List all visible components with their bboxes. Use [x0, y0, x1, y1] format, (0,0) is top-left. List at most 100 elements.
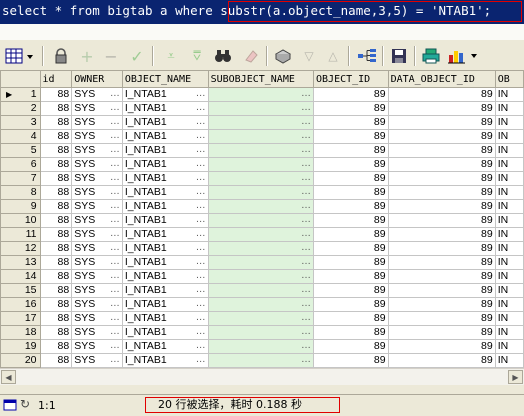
cell-object-name[interactable]: I_NTAB1	[121, 353, 209, 368]
cell-id[interactable]: 88	[39, 269, 73, 284]
column-header-object-type[interactable]: OB	[494, 71, 524, 88]
cell-object-type[interactable]: IN	[494, 171, 524, 186]
row-number[interactable]: 4	[0, 129, 41, 144]
cell-owner[interactable]: SYS	[71, 129, 123, 144]
query-tree-icon[interactable]	[356, 45, 378, 67]
cell-owner[interactable]: SYS	[71, 283, 123, 298]
cell-data-object-id[interactable]: 89	[387, 297, 496, 312]
cell-object-type[interactable]: IN	[494, 157, 524, 172]
cell-owner[interactable]: SYS	[71, 353, 123, 368]
cell-subobject-name[interactable]	[207, 171, 315, 186]
cell-id[interactable]: 88	[39, 129, 73, 144]
table-row[interactable]: 688SYSI_NTAB18989IN	[0, 157, 524, 172]
table-row[interactable]: 1088SYSI_NTAB18989IN	[0, 213, 524, 228]
cell-subobject-name[interactable]	[207, 269, 315, 284]
cell-object-type[interactable]: IN	[494, 185, 524, 200]
cell-object-id[interactable]: 89	[313, 269, 389, 284]
grid-menu-icon[interactable]	[4, 45, 38, 67]
cell-owner[interactable]: SYS	[71, 255, 123, 270]
cell-data-object-id[interactable]: 89	[387, 171, 496, 186]
export-icon[interactable]	[272, 45, 294, 67]
cell-object-id[interactable]: 89	[313, 143, 389, 158]
cell-object-name[interactable]: I_NTAB1	[121, 339, 209, 354]
scroll-left-icon[interactable]: ◀	[1, 370, 16, 384]
table-row[interactable]: 288SYSI_NTAB18989IN	[0, 101, 524, 116]
cell-object-id[interactable]: 89	[313, 87, 389, 102]
cell-object-name[interactable]: I_NTAB1	[121, 297, 209, 312]
cell-data-object-id[interactable]: 89	[387, 311, 496, 326]
cell-object-type[interactable]: IN	[494, 353, 524, 368]
cell-subobject-name[interactable]	[207, 339, 315, 354]
cell-subobject-name[interactable]	[207, 199, 315, 214]
cell-id[interactable]: 88	[39, 101, 73, 116]
row-number[interactable]: 8	[0, 185, 41, 200]
column-header-data-object-id[interactable]: DATA_OBJECT_ID	[387, 71, 496, 88]
horizontal-scrollbar[interactable]: ◀ ▶	[0, 368, 524, 385]
add-record-icon[interactable]: +	[76, 45, 98, 67]
filter-clear-icon[interactable]: ⩢	[186, 45, 208, 67]
table-row[interactable]: 1688SYSI_NTAB18989IN	[0, 297, 524, 312]
row-number[interactable]: 2	[0, 101, 41, 116]
cell-data-object-id[interactable]: 89	[387, 353, 496, 368]
cell-id[interactable]: 88	[39, 325, 73, 340]
cell-owner[interactable]: SYS	[71, 115, 123, 130]
table-row[interactable]: ▶188SYSI_NTAB18989IN	[0, 87, 524, 102]
cell-object-type[interactable]: IN	[494, 339, 524, 354]
cell-object-name[interactable]: I_NTAB1	[121, 227, 209, 242]
cell-object-name[interactable]: I_NTAB1	[121, 143, 209, 158]
cell-subobject-name[interactable]	[207, 129, 315, 144]
cell-object-name[interactable]: I_NTAB1	[121, 157, 209, 172]
chart-icon[interactable]	[446, 45, 482, 67]
cell-object-id[interactable]: 89	[313, 325, 389, 340]
table-row[interactable]: 388SYSI_NTAB18989IN	[0, 115, 524, 130]
cell-data-object-id[interactable]: 89	[387, 325, 496, 340]
cell-subobject-name[interactable]	[207, 311, 315, 326]
cell-data-object-id[interactable]: 89	[387, 255, 496, 270]
cell-object-name[interactable]: I_NTAB1	[121, 311, 209, 326]
cell-subobject-name[interactable]	[207, 241, 315, 256]
cell-data-object-id[interactable]: 89	[387, 129, 496, 144]
table-row[interactable]: 888SYSI_NTAB18989IN	[0, 185, 524, 200]
cell-data-object-id[interactable]: 89	[387, 143, 496, 158]
cell-object-type[interactable]: IN	[494, 115, 524, 130]
row-number[interactable]: 14	[0, 269, 41, 284]
cell-object-id[interactable]: 89	[313, 199, 389, 214]
cell-data-object-id[interactable]: 89	[387, 339, 496, 354]
row-number[interactable]: 3	[0, 115, 41, 130]
table-row[interactable]: 1488SYSI_NTAB18989IN	[0, 269, 524, 284]
cell-subobject-name[interactable]	[207, 143, 315, 158]
lock-icon[interactable]	[50, 45, 72, 67]
cell-object-id[interactable]: 89	[313, 129, 389, 144]
cell-id[interactable]: 88	[39, 353, 73, 368]
cell-owner[interactable]: SYS	[71, 185, 123, 200]
cell-id[interactable]: 88	[39, 339, 73, 354]
cell-subobject-name[interactable]	[207, 283, 315, 298]
cell-object-type[interactable]: IN	[494, 325, 524, 340]
cell-id[interactable]: 88	[39, 143, 73, 158]
row-number[interactable]: 19	[0, 339, 41, 354]
table-row[interactable]: 1988SYSI_NTAB18989IN	[0, 339, 524, 354]
row-number[interactable]: ▶ 1	[0, 87, 41, 102]
cell-owner[interactable]: SYS	[71, 143, 123, 158]
table-row[interactable]: 1388SYSI_NTAB18989IN	[0, 255, 524, 270]
cell-object-name[interactable]: I_NTAB1	[121, 199, 209, 214]
sort-up-icon[interactable]: △	[322, 45, 344, 67]
table-row[interactable]: 1888SYSI_NTAB18989IN	[0, 325, 524, 340]
row-number[interactable]: 15	[0, 283, 41, 298]
scroll-right-icon[interactable]: ▶	[508, 370, 523, 384]
cell-id[interactable]: 88	[39, 171, 73, 186]
row-number[interactable]: 5	[0, 143, 41, 158]
cell-data-object-id[interactable]: 89	[387, 213, 496, 228]
cell-object-name[interactable]: I_NTAB1	[121, 269, 209, 284]
cell-object-name[interactable]: I_NTAB1	[121, 171, 209, 186]
undo-icon[interactable]: ↻	[20, 397, 30, 411]
row-number[interactable]: 12	[0, 241, 41, 256]
cell-owner[interactable]: SYS	[71, 213, 123, 228]
cell-data-object-id[interactable]: 89	[387, 241, 496, 256]
cell-object-type[interactable]: IN	[494, 241, 524, 256]
cell-owner[interactable]: SYS	[71, 87, 123, 102]
cell-subobject-name[interactable]	[207, 213, 315, 228]
cell-object-id[interactable]: 89	[313, 283, 389, 298]
cell-subobject-name[interactable]	[207, 255, 315, 270]
cell-object-id[interactable]: 89	[313, 353, 389, 368]
